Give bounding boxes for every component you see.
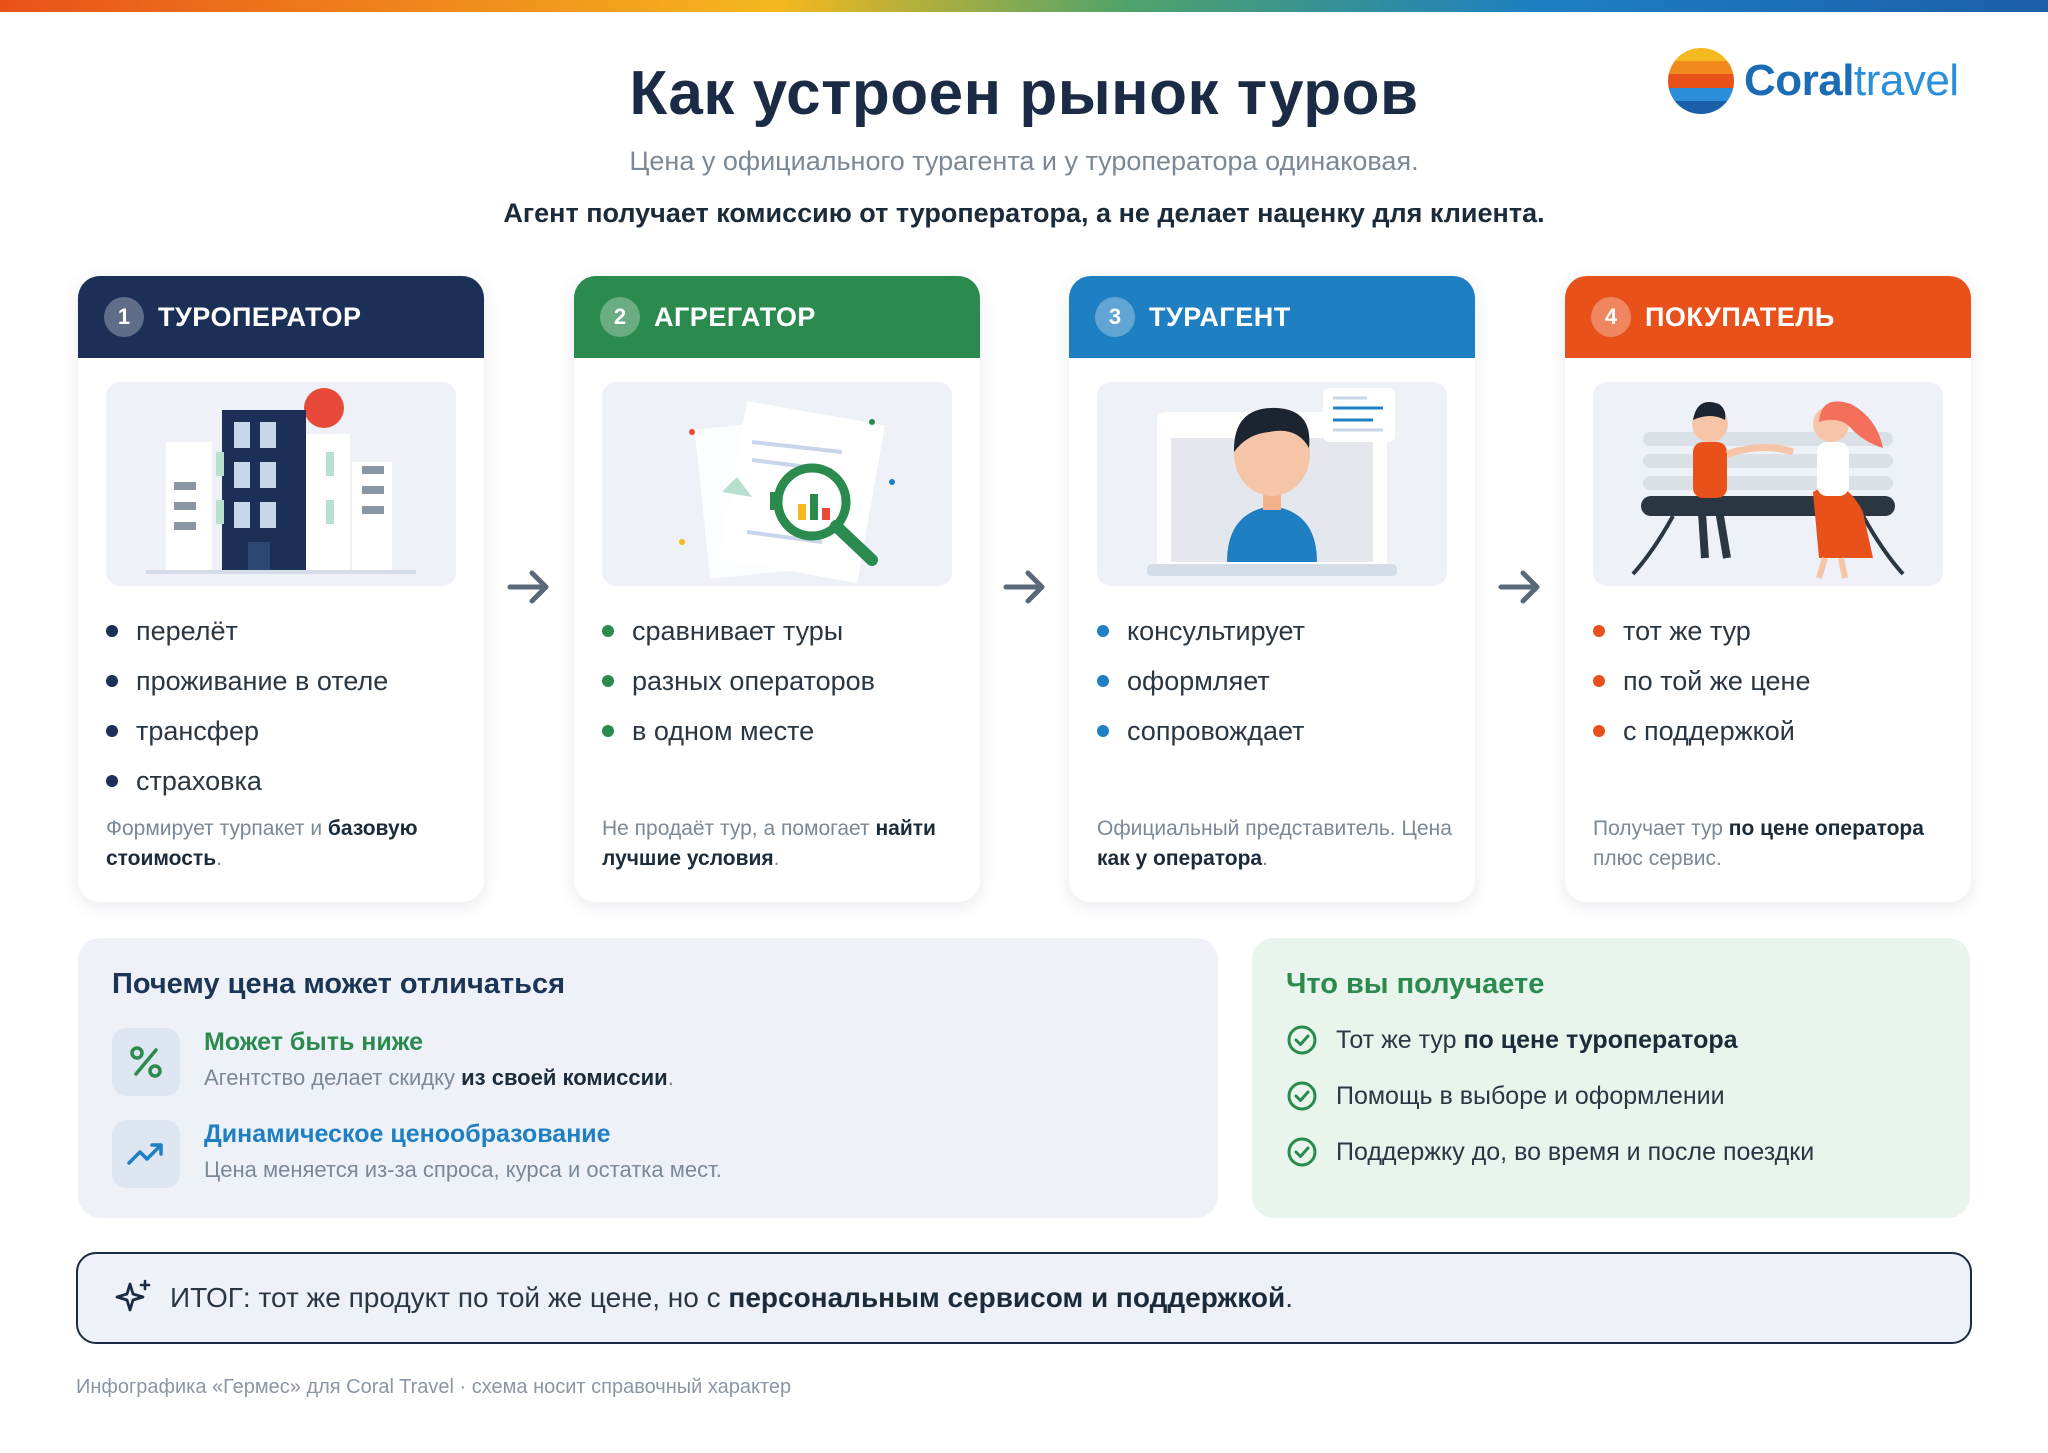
- trend-up-icon: [112, 1120, 180, 1188]
- couple-on-bench-illustration: [1593, 382, 1943, 586]
- sparkle-icon: [115, 1279, 151, 1312]
- step-number: 2: [600, 297, 640, 337]
- card-title: АГРЕГАТОР: [654, 301, 816, 332]
- list-item: в одном месте: [602, 706, 875, 756]
- reason-heading: Динамическое ценообразование: [204, 1120, 611, 1148]
- arrow-right-icon: [1003, 570, 1045, 604]
- check-circle-icon: [1287, 1081, 1317, 1111]
- step-number: 4: [1591, 297, 1631, 337]
- reason-lower-price: Может быть ниже Агентство делает скидку …: [112, 1028, 674, 1096]
- card-touroperator: 1 ТУРОПЕРАТОР перелёт проживание в отеле…: [78, 276, 484, 902]
- subtitle-bold: Агент получает комиссию от туроператора,…: [503, 198, 1545, 228]
- search-documents-illustration: [602, 382, 952, 586]
- arrow-right-icon: [1498, 570, 1540, 604]
- subtitle: Цена у официального турагента и у туропе…: [629, 146, 1419, 176]
- card-header: 4 ПОКУПАТЕЛЬ: [1565, 276, 1971, 358]
- card-note: Не продаёт тур, а помогает найти лучшие …: [602, 817, 936, 870]
- feature-list: сравнивает туры разных операторов в одно…: [602, 606, 875, 756]
- footer-caption: Инфографика «Гермес» для Coral Travel · …: [76, 1376, 792, 1398]
- list-item: разных операторов: [602, 656, 875, 706]
- list-item: перелёт: [106, 606, 388, 656]
- list-item: страховка: [106, 756, 388, 806]
- card-aggregator: 2 АГРЕГАТОР сравнивает туры разных опера…: [574, 276, 980, 902]
- list-item: тот же тур: [1593, 606, 1810, 656]
- benefit-item: Помощь в выборе и оформлении: [1286, 1080, 1725, 1112]
- card-title: ПОКУПАТЕЛЬ: [1645, 301, 1835, 332]
- list-item: по той же цене: [1593, 656, 1810, 706]
- panel-title: Что вы получаете: [1286, 968, 1545, 1000]
- top-gradient-bar: [0, 0, 2048, 12]
- list-item: сопровождает: [1097, 706, 1305, 756]
- feature-list: консультирует оформляет сопровождает: [1097, 606, 1305, 756]
- list-item: оформляет: [1097, 656, 1305, 706]
- list-item: с поддержкой: [1593, 706, 1810, 756]
- list-item: консультирует: [1097, 606, 1305, 656]
- step-number: 1: [104, 297, 144, 337]
- hotel-building-illustration: [106, 382, 456, 586]
- card-title: ТУРОПЕРАТОР: [158, 301, 362, 332]
- percent-icon: [112, 1028, 180, 1096]
- card-title: ТУРАГЕНТ: [1149, 301, 1291, 332]
- summary-banner: ИТОГ: тот же продукт по той же цене, но …: [76, 1252, 1972, 1344]
- reason-heading: Может быть ниже: [204, 1028, 424, 1056]
- card-header: 1 ТУРОПЕРАТОР: [78, 276, 484, 358]
- card-header: 3 ТУРАГЕНТ: [1069, 276, 1475, 358]
- reason-text: Агентство делает скидку из своей комисси…: [204, 1065, 674, 1090]
- agent-on-screen-illustration: [1097, 382, 1447, 586]
- card-note: Формирует турпакет и базовую стоимость.: [106, 817, 418, 870]
- panel-title: Почему цена может отличаться: [112, 968, 566, 1000]
- check-circle-icon: [1287, 1137, 1317, 1167]
- card-note: Получает тур по цене оператора плюс серв…: [1593, 817, 1924, 870]
- list-item: сравнивает туры: [602, 606, 875, 656]
- card-note: Официальный представитель. Цена как у оп…: [1097, 817, 1452, 870]
- benefit-item: Поддержку до, во время и после поездки: [1286, 1136, 1814, 1168]
- feature-list: тот же тур по той же цене с поддержкой: [1593, 606, 1810, 756]
- arrow-right-icon: [507, 570, 549, 604]
- why-price-differs-panel: Почему цена может отличаться Может быть …: [78, 938, 1218, 1218]
- what-you-get-panel: Что вы получаете Тот же тур по цене туро…: [1252, 938, 1970, 1218]
- list-item: проживание в отеле: [106, 656, 388, 706]
- step-number: 3: [1095, 297, 1135, 337]
- card-buyer: 4 ПОКУПАТЕЛЬ тот же тур по той же цене с…: [1565, 276, 1971, 902]
- page-title: Как устроен рынок туров: [629, 59, 1419, 128]
- feature-list: перелёт проживание в отеле трансфер стра…: [106, 606, 388, 806]
- reason-dynamic-pricing: Динамическое ценообразование Цена меняет…: [112, 1120, 722, 1188]
- card-header: 2 АГРЕГАТОР: [574, 276, 980, 358]
- benefit-item: Тот же тур по цене туроператора: [1286, 1024, 1738, 1056]
- reason-text: Цена меняется из-за спроса, курса и оста…: [204, 1157, 722, 1182]
- list-item: трансфер: [106, 706, 388, 756]
- card-travel-agent: 3 ТУРАГЕНТ консультирует оформляет сопро…: [1069, 276, 1475, 902]
- check-circle-icon: [1287, 1025, 1317, 1055]
